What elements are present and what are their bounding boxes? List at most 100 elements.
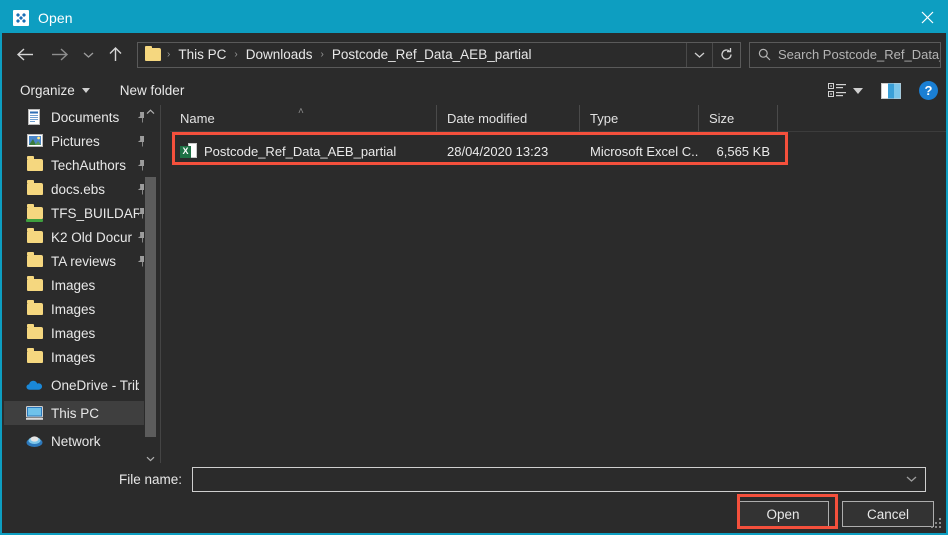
filename-input[interactable] (192, 466, 926, 492)
sidebar-item-pictures[interactable]: Pictures (4, 129, 156, 153)
excel-file-icon: X (180, 143, 197, 160)
sidebar-item-label: TechAuthors (51, 157, 127, 173)
app-dialog-icon (13, 9, 29, 26)
sidebar-item-images-4[interactable]: Images (4, 345, 156, 369)
file-list-pane: Name Date modified Type Size ˄ X Postcod… (170, 105, 946, 465)
file-type-cell: Microsoft Excel C... (590, 143, 699, 159)
breadcrumb-this-pc[interactable]: This PC (176, 47, 228, 62)
sidebar-item-docs-ebs[interactable]: docs.ebs (4, 177, 156, 201)
refresh-icon[interactable] (712, 42, 740, 67)
sidebar-item-label: K2 Old Docur (51, 229, 133, 245)
sidebar-item-label: OneDrive - Tribal E (51, 377, 139, 393)
onedrive-icon (26, 377, 43, 394)
documents-icon (26, 109, 43, 126)
sidebar-item-tfs-buildar[interactable]: TFS_BUILDAR (4, 201, 156, 225)
sidebar-item-onedrive[interactable]: OneDrive - Tribal E (4, 373, 156, 397)
forward-icon[interactable] (45, 41, 73, 69)
sidebar-item-techauthors[interactable]: TechAuthors (4, 153, 156, 177)
scrollbar-thumb[interactable] (145, 177, 156, 437)
folder-icon (26, 228, 43, 246)
sidebar-item-label: Network (51, 433, 101, 449)
excel-icon-letter: X (180, 145, 191, 158)
address-bar[interactable]: › This PC › Downloads › Postcode_Ref_Dat… (137, 41, 741, 68)
sidebar-item-label: Images (51, 301, 96, 317)
cancel-button[interactable]: Cancel (842, 501, 934, 527)
sidebar-item-label: Images (51, 349, 96, 365)
folder-icon (26, 300, 43, 318)
breadcrumb-separator: › (167, 49, 171, 60)
sidebar-item-images-1[interactable]: Images (4, 273, 156, 297)
sidebar-item-label: Pictures (51, 133, 100, 149)
dialog-buttons: Open Cancel (737, 501, 934, 527)
folder-icon (26, 156, 43, 174)
shared-folder-icon (25, 204, 43, 222)
view-options-chevron-down-icon[interactable] (853, 87, 863, 94)
address-dropdown-icon[interactable] (686, 42, 712, 67)
new-folder-button[interactable]: New folder (120, 76, 185, 105)
column-headers: Name Date modified Type Size ˄ (170, 105, 946, 132)
folder-icon (26, 276, 43, 294)
help-button[interactable]: ? (919, 81, 938, 100)
back-icon[interactable] (11, 41, 39, 69)
resize-grip[interactable] (931, 518, 941, 528)
search-input[interactable]: Search Postcode_Ref_Data_A... (749, 41, 941, 68)
folder-icon (26, 324, 43, 342)
organize-button[interactable]: Organize (20, 76, 90, 105)
preview-pane-icon[interactable] (881, 82, 901, 99)
file-size-cell: 6,565 KB (716, 143, 771, 159)
open-file-dialog: Open › This PC › Downloads › Postcode_Re… (0, 0, 948, 535)
file-name-label: Postcode_Ref_Data_AEB_partial (204, 143, 397, 159)
network-icon (26, 433, 43, 450)
sidebar-item-this-pc[interactable]: This PC (4, 401, 156, 425)
breadcrumb-separator: › (234, 49, 238, 60)
sidebar-item-documents[interactable]: Documents (4, 105, 156, 129)
title-bar: Open (2, 2, 946, 33)
search-placeholder: Search Postcode_Ref_Data_A... (778, 47, 940, 62)
filename-label: File name: (118, 471, 182, 487)
organize-label: Organize (20, 83, 75, 98)
column-header-size[interactable]: Size (699, 105, 778, 131)
dialog-footer: File name: Open Cancel (2, 463, 946, 531)
sidebar-item-k2-old-documents[interactable]: K2 Old Docur (4, 225, 156, 249)
pane-divider[interactable] (160, 105, 161, 465)
navigation-bar: › This PC › Downloads › Postcode_Ref_Dat… (2, 33, 946, 76)
sidebar-item-images-3[interactable]: Images (4, 321, 156, 345)
table-row[interactable]: X Postcode_Ref_Data_AEB_partial 28/04/20… (170, 138, 946, 164)
folder-icon (26, 348, 43, 366)
filename-row: File name: (2, 465, 946, 493)
navigation-sidebar: Documents Pictures TechAuthors docs.ebs … (4, 105, 156, 465)
sidebar-item-label: TFS_BUILDAR (51, 205, 139, 221)
column-header-type[interactable]: Type (580, 105, 699, 131)
new-folder-label: New folder (119, 83, 185, 98)
folder-icon (26, 180, 43, 198)
file-date-cell: 28/04/2020 13:23 (447, 143, 549, 159)
recent-locations-chevron-icon[interactable] (78, 41, 98, 69)
breadcrumb-downloads[interactable]: Downloads (244, 47, 315, 62)
view-options-icon[interactable] (828, 83, 847, 98)
breadcrumb-separator: › (320, 49, 324, 60)
open-button[interactable]: Open (737, 501, 829, 527)
sidebar-item-label: Images (51, 277, 96, 293)
sidebar-item-network[interactable]: Network (4, 429, 156, 453)
folder-icon (145, 45, 161, 61)
pictures-icon (26, 133, 43, 150)
file-name-cell[interactable]: X Postcode_Ref_Data_AEB_partial (170, 138, 437, 164)
this-pc-icon (26, 405, 43, 422)
sidebar-item-label: docs.ebs (51, 181, 106, 197)
sidebar-item-ta-reviews[interactable]: TA reviews (4, 249, 156, 273)
folder-icon (26, 252, 43, 270)
sort-ascending-icon: ˄ (298, 106, 304, 117)
sidebar-item-images-2[interactable]: Images (4, 297, 156, 321)
chevron-down-icon[interactable] (906, 475, 917, 483)
search-icon (758, 48, 771, 61)
sidebar-item-label: This PC (51, 405, 100, 421)
up-arrow-icon[interactable] (102, 41, 128, 69)
sidebar-item-label: Documents (51, 109, 120, 125)
sidebar-scrollbar[interactable] (144, 105, 157, 465)
breadcrumb-current-folder[interactable]: Postcode_Ref_Data_AEB_partial (330, 47, 534, 62)
column-header-date-modified[interactable]: Date modified (437, 105, 580, 131)
scroll-up-icon[interactable] (144, 105, 157, 118)
chevron-down-icon (81, 88, 90, 93)
close-icon[interactable] (904, 2, 946, 33)
sidebar-item-label: TA reviews (51, 253, 117, 269)
